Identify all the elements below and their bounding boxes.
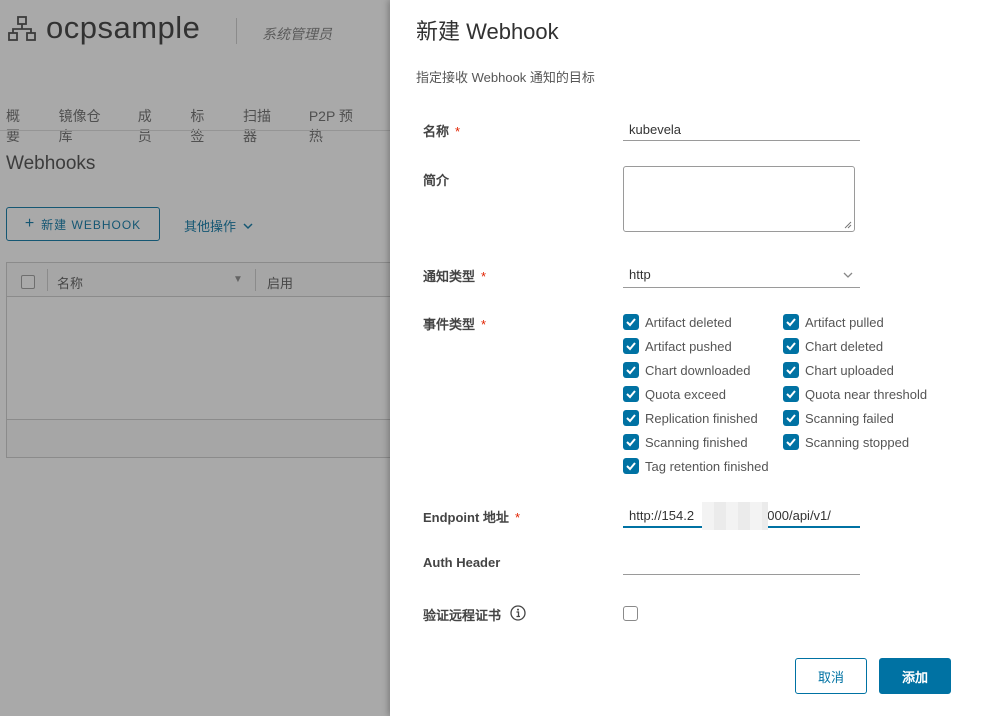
checkbox-checked[interactable] — [783, 338, 799, 354]
checkbox-checked[interactable] — [623, 362, 639, 378]
notify-type-value: http — [629, 267, 651, 282]
modal-title: 新建 Webhook — [416, 19, 559, 44]
event-label: Artifact pushed — [645, 338, 732, 354]
event-type-label: 事件类型 * — [423, 317, 487, 332]
verify-cert-checkbox[interactable] — [623, 606, 638, 621]
check-icon — [786, 414, 796, 423]
check-icon — [786, 438, 796, 447]
checkbox-checked[interactable] — [623, 386, 639, 402]
event-quota-near-threshold[interactable]: Quota near threshold — [783, 386, 927, 402]
event-label: Chart uploaded — [805, 362, 894, 378]
checkbox-checked[interactable] — [623, 410, 639, 426]
auth-header-label: Auth Header — [423, 555, 501, 570]
endpoint-value-prefix: http://154.2 — [629, 508, 695, 523]
event-scanning-failed[interactable]: Scanning failed — [783, 410, 894, 426]
event-scanning-stopped[interactable]: Scanning stopped — [783, 434, 909, 450]
checkbox-checked[interactable] — [623, 338, 639, 354]
event-label: Replication finished — [645, 410, 758, 426]
modal-subtitle: 指定接收 Webhook 通知的目标 — [416, 70, 595, 85]
redacted-blur — [702, 502, 768, 530]
add-button[interactable]: 添加 — [879, 658, 951, 694]
check-icon — [786, 318, 796, 327]
check-icon — [626, 318, 636, 327]
checkbox-checked[interactable] — [623, 314, 639, 330]
checkbox-checked[interactable] — [783, 314, 799, 330]
checkbox-checked[interactable] — [783, 362, 799, 378]
event-label: Artifact deleted — [645, 314, 732, 330]
event-quota-exceed[interactable]: Quota exceed — [623, 386, 726, 402]
notify-type-select[interactable]: http — [623, 264, 860, 288]
name-label: 名称 * — [423, 124, 461, 139]
event-label: Tag retention finished — [645, 458, 769, 474]
checkbox-checked[interactable] — [623, 458, 639, 474]
event-label: Scanning failed — [805, 410, 894, 426]
check-icon — [626, 366, 636, 375]
notify-type-label: 通知类型 * — [423, 269, 487, 284]
modal-backdrop[interactable] — [0, 0, 390, 716]
required-mark: * — [481, 269, 487, 284]
chevron-down-icon — [843, 272, 853, 278]
event-label: Scanning stopped — [805, 434, 910, 450]
event-chart-uploaded[interactable]: Chart uploaded — [783, 362, 894, 378]
event-tag-retention-finished[interactable]: Tag retention finished — [623, 458, 769, 474]
info-icon[interactable] — [510, 605, 526, 621]
event-artifact-deleted[interactable]: Artifact deleted — [623, 314, 732, 330]
required-mark: * — [514, 510, 520, 525]
check-icon — [786, 390, 796, 399]
auth-header-input[interactable] — [623, 553, 860, 575]
verify-cert-label: 验证远程证书 — [423, 608, 502, 623]
resize-grip-icon[interactable] — [844, 221, 852, 229]
check-icon — [626, 390, 636, 399]
check-icon — [626, 342, 636, 351]
required-mark: * — [455, 124, 461, 139]
event-artifact-pulled[interactable]: Artifact pulled — [783, 314, 884, 330]
description-label: 简介 — [423, 173, 450, 188]
check-icon — [786, 366, 796, 375]
endpoint-label: Endpoint 地址 * — [423, 510, 520, 525]
event-label: Artifact pulled — [805, 314, 884, 330]
new-webhook-modal: 新建 Webhook 指定接收 Webhook 通知的目标 名称* 简介 通知类… — [390, 0, 985, 716]
name-input[interactable] — [623, 119, 860, 141]
checkbox-checked[interactable] — [783, 386, 799, 402]
event-label: Scanning finished — [645, 434, 748, 450]
cancel-button[interactable]: 取消 — [795, 658, 867, 694]
checkbox-checked[interactable] — [623, 434, 639, 450]
event-label: Quota exceed — [645, 386, 726, 402]
event-chart-downloaded[interactable]: Chart downloaded — [623, 362, 751, 378]
required-mark: * — [481, 317, 487, 332]
event-replication-finished[interactable]: Replication finished — [623, 410, 758, 426]
endpoint-value-suffix: 0000/api/v1/ — [760, 508, 831, 523]
checkbox-checked[interactable] — [783, 410, 799, 426]
check-icon — [626, 438, 636, 447]
check-icon — [786, 342, 796, 351]
event-scanning-finished[interactable]: Scanning finished — [623, 434, 748, 450]
checkbox-checked[interactable] — [783, 434, 799, 450]
event-label: Chart downloaded — [645, 362, 751, 378]
check-icon — [626, 462, 636, 471]
event-artifact-pushed[interactable]: Artifact pushed — [623, 338, 732, 354]
check-icon — [626, 414, 636, 423]
event-chart-deleted[interactable]: Chart deleted — [783, 338, 883, 354]
event-label: Quota near threshold — [805, 386, 928, 402]
event-label: Chart deleted — [805, 338, 884, 354]
description-textarea[interactable] — [623, 166, 855, 232]
